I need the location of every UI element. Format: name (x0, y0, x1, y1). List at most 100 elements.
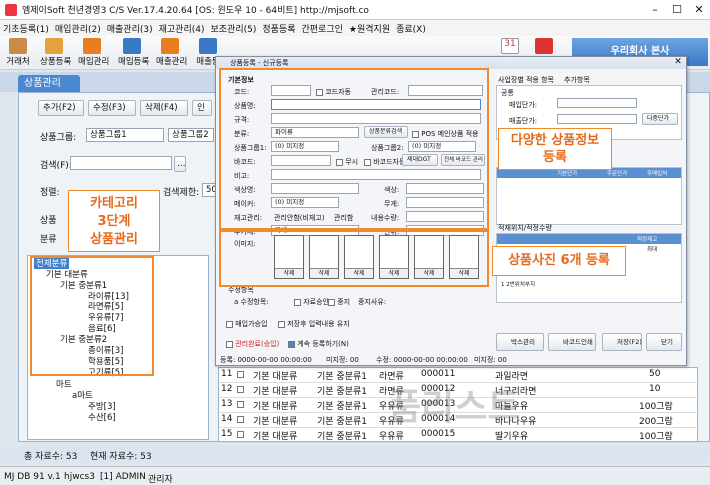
stop-checkbox[interactable]: 중지 (328, 297, 350, 307)
save-button[interactable]: 저장(F2) (602, 333, 642, 351)
sell-price-label: 매출단가: (509, 117, 538, 125)
approve-done-checkbox[interactable]: 관리완료(승입) (226, 339, 279, 349)
row-checkbox[interactable] (237, 431, 244, 438)
toolbar-label: 매입관리 (78, 57, 110, 67)
col-header: 기본단가 (557, 171, 578, 177)
row-checkbox[interactable] (237, 401, 244, 408)
photo-highlight (219, 230, 489, 287)
menu-item-sales[interactable]: 매출관리(3) (107, 22, 153, 35)
add-button[interactable]: 추가(F2) (38, 100, 84, 116)
app-logo-icon (5, 4, 17, 16)
toolbar-purchase-mgmt[interactable]: 매입관리 (78, 38, 110, 67)
buy-price-input[interactable] (557, 98, 637, 108)
sort-label: 정렬: (40, 188, 60, 198)
box-manage-button[interactable]: 박스관리 (496, 333, 544, 351)
modify-date: 수정: 0000-00-00 00:00:00 (376, 356, 468, 364)
search-input[interactable] (70, 156, 172, 170)
buy-price-checkbox[interactable]: 매입가승입 (226, 319, 267, 329)
cell: 기본 중분류1 (317, 372, 367, 382)
checkbox-label: 중지 (337, 298, 351, 306)
continue-register-checkbox[interactable]: 계속 등록하기(N) (288, 339, 349, 349)
checkbox-label: 저장후 입력내용 유지 (287, 320, 350, 328)
checkbox-box (278, 320, 285, 328)
cell: 10 (649, 384, 661, 394)
checkbox-box (328, 298, 335, 306)
location-section: 적재위치/적정수량 (498, 224, 552, 232)
checkbox-label: 매입가승입 (235, 320, 268, 328)
location-row[interactable]: 1 2번위치부지 (501, 280, 535, 288)
menu-item-remote[interactable]: ★원격지원 (349, 22, 390, 35)
toolbar-customer[interactable]: 거래처 (4, 38, 32, 67)
toolbar-label: 매입등록 (118, 57, 150, 67)
watermark: 품리스트 (388, 387, 521, 428)
menu-item-basic[interactable]: 기초등록(1) (3, 22, 49, 35)
tab-site-items[interactable]: 사업장별 적용 항목 (498, 75, 554, 85)
cell: 기본 중분류1 (317, 387, 367, 397)
row-checkbox[interactable] (237, 371, 244, 378)
purchase-icon (83, 38, 101, 54)
menu-item-license[interactable]: 정품등록 (262, 22, 295, 35)
sales-add-icon (199, 38, 217, 54)
group1-select[interactable]: 상품그룹1 (86, 128, 164, 142)
toolbar-label: 매출관리 (156, 57, 188, 67)
checkbox-box (294, 298, 301, 306)
common-label: 공통 (501, 89, 514, 97)
callout-detail: 다양한 상품정보 등록 (498, 128, 612, 170)
exit-icon (535, 38, 553, 54)
toolbar-label: 상품등록 (40, 57, 72, 67)
toolbar-exit[interactable] (530, 38, 558, 55)
minimize-button[interactable]: – (644, 0, 666, 20)
checkbox-label: 자료승인 (303, 298, 329, 306)
delete-button[interactable]: 삭제(F4) (140, 100, 188, 116)
print-button[interactable]: 인 (192, 100, 212, 116)
user-role: 관리자 (148, 475, 173, 485)
menu-item-inventory[interactable]: 재고관리(4) (159, 22, 205, 35)
detail-highlight (219, 68, 489, 230)
table-row[interactable]: 15 기본 대분류 기본 중분류1 우유류 000015 딸기우유 100그람 (219, 428, 699, 443)
search-label: 검색(F): (40, 161, 72, 171)
cell: 14 (221, 414, 233, 424)
search-more-button[interactable]: … (174, 156, 186, 172)
toolbar-product[interactable]: 상품등록 (40, 38, 72, 67)
menu-item-aux[interactable]: 보조관리(5) (211, 22, 257, 35)
barcode-print-button[interactable]: 바코드인쇄 (548, 333, 596, 351)
keep-input-checkbox[interactable]: 저장후 입력내용 유지 (278, 319, 350, 329)
cell: 12 (221, 384, 233, 394)
menu-item-exit[interactable]: 종료(X) (396, 22, 426, 35)
dialog-close-button[interactable]: 닫기 (646, 333, 682, 351)
cell: 11 (221, 369, 233, 379)
total-count: 총 자료수: 53 (24, 452, 78, 462)
title-bar: 엠제이Soft 천년경영3 C/S Ver.17.4.20.64 [OS: 윈도… (0, 0, 710, 20)
cell: 000015 (421, 429, 456, 439)
row-checkbox[interactable] (237, 386, 244, 393)
cell: 기본 대분류 (253, 432, 298, 442)
register-date: 등록: 0000-00-00 00:00:00 (220, 356, 312, 364)
status-bar: 총 자료수: 53 현재 자료수: 53 (0, 446, 710, 462)
menu-item-quick-login[interactable]: 간편로그인 (302, 22, 343, 35)
db-version: MJ DB 91 v.1 (4, 472, 61, 482)
tab-extra-items[interactable]: 추가항목 (564, 75, 590, 85)
toolbar-calendar[interactable]: 31 (496, 38, 524, 55)
tree-node[interactable]: 마트 (56, 378, 72, 390)
cell: 200그람 (639, 417, 673, 427)
footer-bar: MJ DB 91 v.1 hjwcs3 [1] ADMIN 관리자 (0, 466, 710, 485)
tab-product-mgmt[interactable]: 상품관리 (18, 75, 80, 92)
dialog-close-icon[interactable]: ✕ (671, 57, 685, 69)
limit-input[interactable]: 50 (202, 183, 216, 197)
cell: 13 (221, 399, 233, 409)
menu-bar: 기초등록(1) 매입관리(2) 매출관리(3) 재고관리(4) 보조관리(5) … (0, 20, 710, 36)
toolbar-purchase-reg[interactable]: 매입등록 (118, 38, 150, 67)
group2-select[interactable]: 상품그룹2 (168, 128, 214, 142)
toolbar-label: 거래처 (6, 57, 30, 67)
row-checkbox[interactable] (237, 416, 244, 423)
checkbox-label: 계속 등록하기(N) (297, 340, 349, 348)
approve-checkbox[interactable]: 자료승인 (294, 297, 329, 307)
multi-price-button[interactable]: 다중단가 (642, 113, 678, 125)
close-button[interactable]: ✕ (688, 0, 710, 20)
tree-node[interactable]: 수산[6] (88, 411, 116, 423)
edit-button[interactable]: 수정(F3) (88, 100, 136, 116)
menu-item-purchase[interactable]: 매입관리(2) (55, 22, 101, 35)
sell-price-input[interactable] (557, 114, 637, 124)
toolbar-sales-mgmt[interactable]: 매출관리 (156, 38, 188, 67)
maximize-button[interactable]: ☐ (666, 0, 688, 20)
